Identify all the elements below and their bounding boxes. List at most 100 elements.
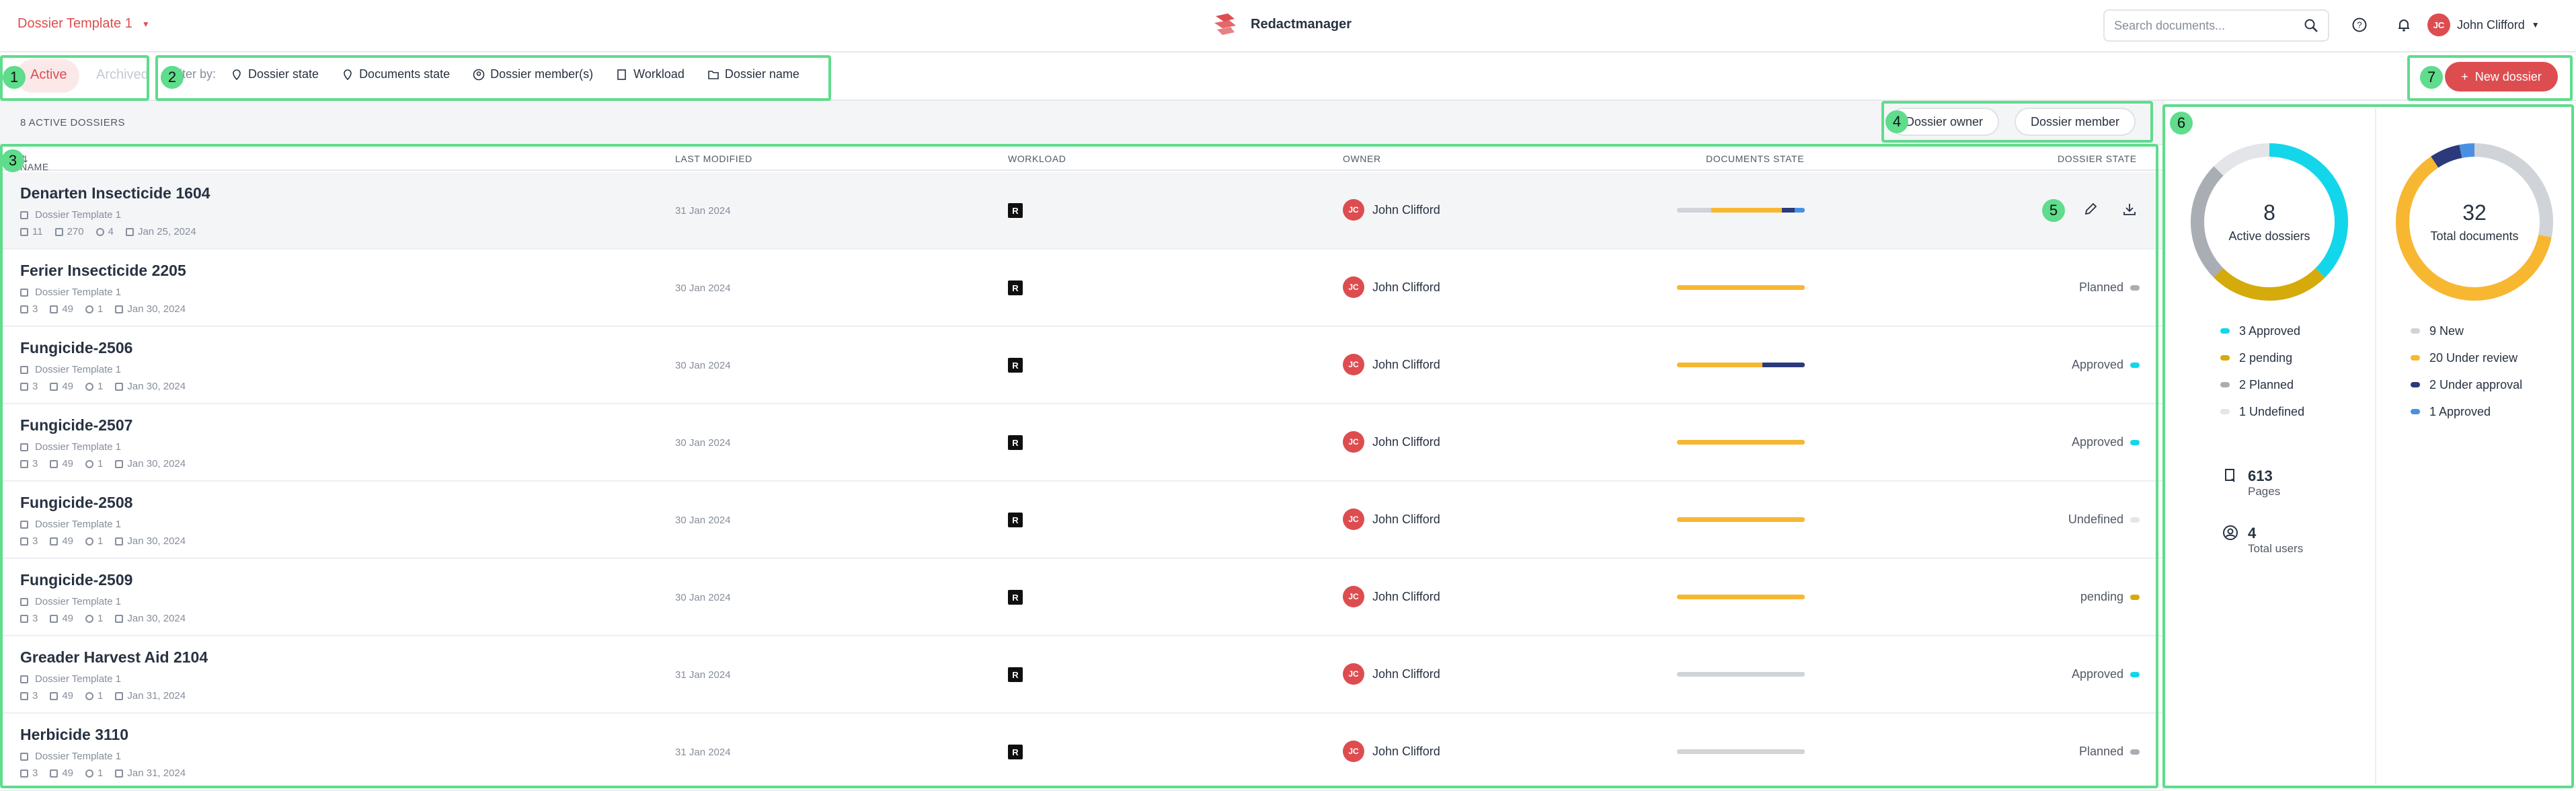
tab-archived[interactable]: Archived (96, 67, 149, 83)
search-icon[interactable] (2304, 18, 2318, 33)
panel-divider (2375, 108, 2376, 784)
chevron-down-icon: ▼ (141, 19, 150, 29)
dossier-member-chip[interactable]: Dossier member (2015, 108, 2136, 136)
bar-segment (1711, 208, 1782, 213)
dossier-name[interactable]: Herbicide 3110 (20, 726, 128, 744)
status-dot (2130, 749, 2140, 755)
filter-dossier-state[interactable]: Dossier state (231, 67, 319, 81)
dossier-template-selector[interactable]: Dossier Template 1 ▼ (17, 16, 150, 32)
filter-workload[interactable]: Workload (616, 67, 685, 81)
legend-swatch (2220, 382, 2230, 387)
documents-icon (20, 537, 28, 545)
total-documents-total: 32 (2462, 200, 2487, 225)
calendar-icon (115, 459, 124, 468)
dossier-name[interactable]: Fungicide-2507 (20, 416, 132, 435)
members-icon (85, 691, 94, 700)
documents-state-bar (1677, 440, 1805, 445)
dossier-template: Dossier Template 1 (20, 751, 121, 762)
documents-count: 3 (32, 381, 38, 392)
table-row[interactable]: Greader Harvest Aid 2104 Dossier Templat… (0, 636, 2162, 714)
search-input[interactable]: Search documents... (2103, 9, 2329, 42)
members-icon (85, 305, 94, 313)
workload-badge: R (1008, 667, 1023, 682)
workload-badge: R (1008, 280, 1023, 295)
new-dossier-button[interactable]: + New dossier (2445, 62, 2558, 91)
annotation-number-2: 2 (161, 66, 184, 89)
dossier-state: Planned (2079, 745, 2140, 759)
avatar: JC (1343, 509, 1364, 530)
filter-dossier-members[interactable]: Dossier member(s) (473, 67, 593, 81)
grid-icon (20, 288, 28, 297)
documents-count: 3 (32, 767, 38, 779)
documents-legend: 9 New 20 Under review 2 Under approval 1 Ap… (2411, 317, 2522, 425)
dossier-state: Approved (2072, 435, 2140, 449)
pages-icon (50, 769, 58, 778)
table-header: NAME ⇅ LAST MODIFIED WORKLOAD OWNER DOCU… (0, 145, 2162, 172)
owner-name: John Clifford (1372, 512, 1440, 526)
created-date: Jan 31, 2024 (127, 690, 186, 702)
members-count: 4 (108, 226, 114, 237)
total-documents-label: Total documents (2430, 229, 2519, 243)
table-row[interactable]: Ferier Insecticide 2205 Dossier Template… (0, 250, 2162, 327)
table-row[interactable]: Denarten Insecticide 1604 Dossier Templa… (0, 172, 2162, 250)
legend-swatch (2411, 355, 2420, 361)
created-date: Jan 30, 2024 (127, 458, 186, 469)
grid-icon (20, 675, 28, 683)
table-row[interactable]: Fungicide-2506 Dossier Template 1 3 49 1… (0, 327, 2162, 404)
avatar: JC (1343, 431, 1364, 453)
owner-name: John Clifford (1372, 435, 1440, 449)
documents-state-bar (1677, 749, 1805, 754)
table-row[interactable]: Fungicide-2507 Dossier Template 1 3 49 1… (0, 404, 2162, 482)
bell-icon[interactable] (2394, 15, 2414, 35)
documents-icon (20, 305, 28, 313)
dossier-name[interactable]: Denarten Insecticide 1604 (20, 184, 210, 202)
dossier-stats: 3 49 1 Jan 30, 2024 (20, 535, 192, 547)
dossier-stats: 11 270 4 Jan 25, 2024 (20, 226, 203, 237)
filter-documents-state[interactable]: Documents state (342, 67, 450, 81)
pages-icon (54, 227, 63, 236)
avatar: JC (2427, 13, 2450, 36)
download-icon[interactable] (2119, 199, 2140, 219)
dossier-name[interactable]: Fungicide-2508 (20, 494, 132, 512)
search-placeholder: Search documents... (2114, 18, 2226, 32)
bar-segment (1677, 363, 1763, 367)
dossier-name[interactable]: Fungicide-2509 (20, 571, 132, 589)
legend-item: 2 Under approval (2411, 371, 2522, 398)
documents-donut: 32 Total documents (2390, 138, 2559, 306)
annotation-number-1: 1 (3, 66, 26, 89)
workload-badge: R (1008, 203, 1023, 218)
user-menu[interactable]: JC John Clifford ▼ (2427, 13, 2540, 36)
filter-bar: Active Archived Filter by: Dossier state… (0, 52, 2576, 101)
tab-active[interactable]: Active (30, 67, 67, 83)
owner: JC John Clifford (1343, 509, 1440, 530)
dossier-template: Dossier Template 1 (20, 596, 121, 607)
pin-icon (344, 69, 352, 80)
dossier-state: pending (2080, 590, 2140, 604)
workload-badge: R (1008, 590, 1023, 605)
status-dot (2130, 285, 2140, 291)
legend-item: 1 Approved (2411, 398, 2522, 425)
members-count: 1 (97, 767, 104, 779)
help-icon[interactable]: ? (2349, 15, 2370, 35)
dossier-state: Approved (2072, 667, 2140, 681)
table-row[interactable]: Fungicide-2508 Dossier Template 1 3 49 1… (0, 482, 2162, 559)
pages-count: 49 (62, 690, 74, 702)
owner-name: John Clifford (1372, 667, 1440, 681)
workload-badge: R (1008, 435, 1023, 450)
created-date: Jan 31, 2024 (127, 767, 186, 779)
pages-icon (50, 691, 58, 700)
dossier-name[interactable]: Greader Harvest Aid 2104 (20, 648, 208, 667)
dossier-name[interactable]: Fungicide-2506 (20, 339, 132, 357)
filter-dossier-name[interactable]: Dossier name (707, 67, 799, 81)
bar-segment (1677, 440, 1805, 445)
dossier-name[interactable]: Ferier Insecticide 2205 (20, 262, 186, 280)
documents-state-bar (1677, 208, 1805, 213)
table-row[interactable]: Herbicide 3110 Dossier Template 1 3 49 1… (0, 714, 2162, 791)
owner-name: John Clifford (1372, 589, 1440, 603)
edit-icon[interactable] (2080, 199, 2101, 219)
legend-swatch (2220, 409, 2230, 414)
filter-group: Filter by: Dossier state Documents state… (169, 67, 822, 81)
calendar-icon (115, 382, 124, 391)
table-row[interactable]: Fungicide-2509 Dossier Template 1 3 49 1… (0, 559, 2162, 636)
owner-name: John Clifford (1372, 744, 1440, 758)
